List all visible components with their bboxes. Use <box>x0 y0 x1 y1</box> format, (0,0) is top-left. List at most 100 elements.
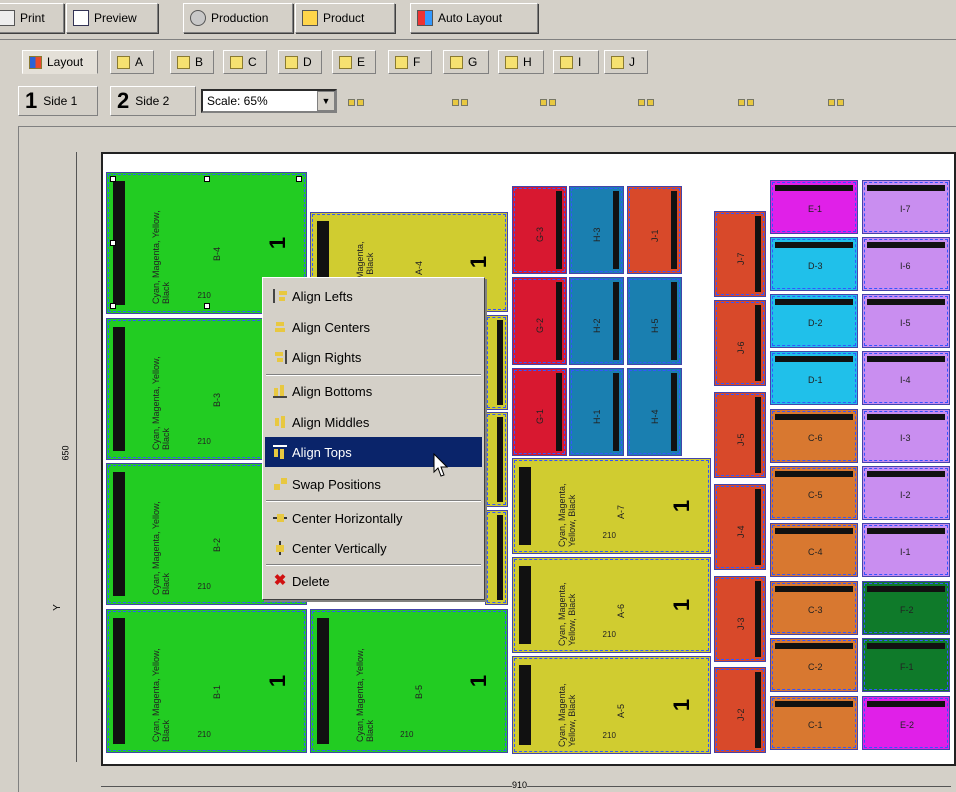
layout-cell[interactable]: J-7 <box>714 211 766 297</box>
tab-i[interactable]: I <box>553 50 599 74</box>
tab-layout[interactable]: Layout <box>22 50 98 74</box>
print-button[interactable]: Print <box>0 3 64 33</box>
selection-handle[interactable] <box>204 176 210 182</box>
layout-cell[interactable]: B-5 Cyan, Magenta, Yellow, Black 1 210 <box>310 609 508 753</box>
layout-cell[interactable]: G-1 <box>512 368 567 456</box>
layout-cell[interactable]: H-2 <box>569 277 624 365</box>
side-2-button[interactable]: 2 Side 2 <box>110 86 196 116</box>
side-1-button[interactable]: 1 Side 1 <box>18 86 98 116</box>
width-mark: 210 <box>400 730 414 739</box>
cell-label: H-3 <box>592 227 602 242</box>
layout-cell[interactable]: H-4 <box>627 368 682 456</box>
auto-layout-button[interactable]: Auto Layout <box>410 3 538 33</box>
production-button[interactable]: Production <box>183 3 293 33</box>
layout-cell[interactable]: C-5 <box>770 466 858 520</box>
cell-label: I-4 <box>899 374 911 385</box>
layout-cell[interactable]: A-5 Cyan, Magenta, Yellow, Black 1 210 <box>512 656 711 754</box>
distribute-icon[interactable] <box>346 92 366 112</box>
layout-cell[interactable]: D-2 <box>770 294 858 348</box>
layout-cell[interactable]: E-1 <box>770 180 858 234</box>
tab-d[interactable]: D <box>278 50 322 74</box>
tab-j[interactable]: J <box>604 50 648 74</box>
layout-cell[interactable]: A-6 Cyan, Magenta, Yellow, Black 1 210 <box>512 557 711 653</box>
tab-h[interactable]: H <box>498 50 544 74</box>
folder-icon <box>285 55 298 69</box>
tab-e[interactable]: E <box>332 50 376 74</box>
layout-cell[interactable]: A-7 Cyan, Magenta, Yellow, Black 1 210 <box>512 458 711 554</box>
layout-cell[interactable]: J-3 <box>714 576 766 662</box>
layout-cell[interactable]: B-1 Cyan, Magenta, Yellow, Black 1 210 <box>106 609 307 753</box>
tab-c[interactable]: C <box>223 50 267 74</box>
color-bar <box>867 701 945 707</box>
selection-handle[interactable] <box>110 240 116 246</box>
tab-g[interactable]: G <box>443 50 489 74</box>
layout-cell[interactable]: C-1 <box>770 696 858 750</box>
ink-list: Cyan, Magenta, Yellow, Black <box>151 648 172 743</box>
equal-height-icon[interactable] <box>826 92 846 112</box>
product-button[interactable]: Product <box>295 3 395 33</box>
layout-grid-icon <box>417 10 433 26</box>
printer-icon <box>0 10 15 26</box>
layout-cell[interactable] <box>485 412 508 507</box>
align-middle-icon[interactable] <box>450 92 470 112</box>
spacing-horizontal-icon[interactable] <box>538 92 558 112</box>
cell-label: J-3 <box>735 617 746 631</box>
layout-cell[interactable]: J-5 <box>714 392 766 478</box>
align-centers-icon <box>273 320 287 334</box>
cell-label: J-2 <box>735 708 746 722</box>
layout-cell[interactable]: I-5 <box>862 294 950 348</box>
menu-center-horizontally[interactable]: Center Horizontally <box>265 503 482 533</box>
layout-cell[interactable]: F-2 <box>862 581 950 635</box>
layout-cell[interactable]: H-3 <box>569 186 624 274</box>
tab-a[interactable]: A <box>110 50 154 74</box>
center-vertical-icon <box>273 541 287 555</box>
layout-cell[interactable]: C-4 <box>770 523 858 577</box>
layout-cell[interactable]: H-1 <box>569 368 624 456</box>
layout-cell[interactable]: J-1 <box>627 186 682 274</box>
layout-cell[interactable]: D-1 <box>770 351 858 405</box>
layout-cell[interactable]: J-2 <box>714 667 766 753</box>
selection-handle[interactable] <box>204 303 210 309</box>
layout-cell[interactable]: G-2 <box>512 277 567 365</box>
layout-cell[interactable]: J-4 <box>714 484 766 570</box>
menu-align-centers[interactable]: Align Centers <box>265 312 482 342</box>
menu-align-bottoms[interactable]: Align Bottoms <box>265 376 482 406</box>
selection-handle[interactable] <box>296 176 302 182</box>
layout-cell[interactable]: C-2 <box>770 638 858 692</box>
menu-center-vertically[interactable]: Center Vertically <box>265 533 482 563</box>
selection-handle[interactable] <box>110 303 116 309</box>
scale-select[interactable]: Scale: 65% ▼ <box>201 89 337 113</box>
layout-cell[interactable]: I-3 <box>862 409 950 463</box>
align-rights-icon <box>273 350 287 364</box>
tab-b[interactable]: B <box>170 50 214 74</box>
preview-button[interactable]: Preview <box>66 3 158 33</box>
layout-cell[interactable]: I-6 <box>862 237 950 291</box>
selection-handle[interactable] <box>110 176 116 182</box>
layout-cell[interactable]: G-3 <box>512 186 567 274</box>
layout-cell[interactable]: E-2 <box>862 696 950 750</box>
layout-cell[interactable]: I-2 <box>862 466 950 520</box>
menu-align-middles[interactable]: Align Middles <box>265 407 482 437</box>
layout-cell[interactable]: F-1 <box>862 638 950 692</box>
cell-label: C-2 <box>807 661 823 672</box>
spacing-vertical-icon[interactable] <box>636 92 656 112</box>
menu-align-lefts[interactable]: Align Lefts <box>265 281 482 311</box>
ink-list: Cyan, Magenta, Yellow, Black <box>151 210 172 304</box>
equal-width-icon[interactable] <box>736 92 756 112</box>
layout-cell[interactable] <box>485 315 508 410</box>
layout-cell[interactable]: J-6 <box>714 300 766 386</box>
color-bar <box>755 216 761 292</box>
menu-align-rights[interactable]: Align Rights <box>265 342 482 372</box>
layout-cell[interactable] <box>485 510 508 605</box>
layout-cell[interactable]: I-7 <box>862 180 950 234</box>
layout-cell[interactable]: C-6 <box>770 409 858 463</box>
layout-cell[interactable]: H-5 <box>627 277 682 365</box>
tab-f[interactable]: F <box>388 50 432 74</box>
layout-cell[interactable]: I-1 <box>862 523 950 577</box>
center-horizontal-icon <box>273 511 287 525</box>
layout-cell[interactable]: I-4 <box>862 351 950 405</box>
menu-delete[interactable]: ✖ Delete <box>265 566 482 596</box>
layout-cell[interactable]: D-3 <box>770 237 858 291</box>
chevron-down-icon[interactable]: ▼ <box>317 91 335 111</box>
layout-cell[interactable]: C-3 <box>770 581 858 635</box>
